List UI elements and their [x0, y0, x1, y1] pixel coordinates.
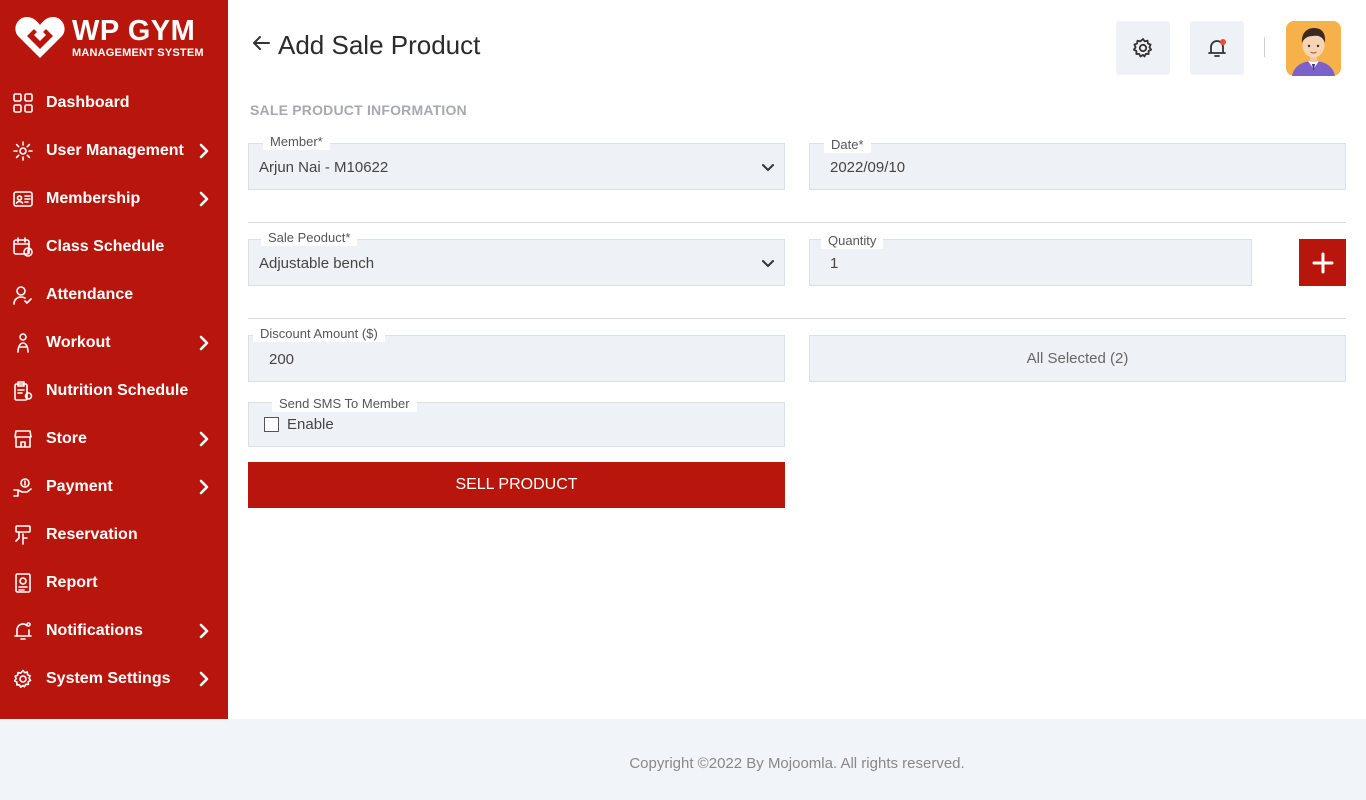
heart-logo-icon: [15, 17, 65, 58]
chevron-right-icon: [197, 430, 211, 448]
sidebar-item-label: Reservation: [46, 526, 138, 543]
sale-product-label: Sale Peoduct*: [261, 230, 358, 246]
brand-logo[interactable]: WP GYM MANAGEMENT SYSTEM: [14, 14, 219, 64]
sidebar-item-class-schedule[interactable]: Class Schedule: [0, 223, 228, 271]
enable-sms-label[interactable]: Enable: [287, 416, 334, 433]
sidebar-item-label: Class Schedule: [46, 238, 165, 255]
sidebar-item-label: System Settings: [46, 670, 171, 687]
member-value: Arjun Nai - M10622: [259, 159, 389, 176]
dashboard-icon: [12, 92, 34, 114]
page-header: Add Sale Product: [250, 30, 480, 61]
workout-icon: [12, 332, 34, 354]
avatar-icon: [1292, 28, 1335, 76]
form-divider: [248, 318, 1346, 319]
chevron-right-icon: [197, 190, 211, 208]
sidebar-item-label: Payment: [46, 478, 113, 495]
chevron-down-icon: [760, 159, 776, 175]
sidebar-item-label: Dashboard: [46, 94, 130, 111]
gear-icon: [1133, 38, 1152, 58]
sidebar-item-attendance[interactable]: Attendance: [0, 271, 228, 319]
page-title: Add Sale Product: [278, 30, 481, 60]
copyright-text: Copyright ©2022 By Mojoomla. All rights …: [629, 755, 965, 772]
plus-icon: [1312, 252, 1333, 273]
sidebar-nav: Dashboard User Management Membership Cla…: [0, 79, 228, 703]
report-icon: [12, 572, 34, 594]
notification-dot: [1220, 39, 1226, 45]
sidebar-item-label: Membership: [46, 190, 141, 207]
sidebar-item-label: Attendance: [46, 286, 134, 303]
sidebar-item-notifications[interactable]: Notifications: [0, 607, 228, 655]
sale-product-value: Adjustable bench: [259, 255, 375, 272]
users-gear-icon: [12, 140, 34, 162]
section-title: SALE PRODUCT INFORMATION: [250, 102, 467, 118]
quantity-label: Quantity: [821, 233, 884, 249]
chevron-right-icon: [197, 334, 211, 352]
sidebar-item-label: Workout: [46, 334, 111, 351]
sidebar-item-nutrition-schedule[interactable]: Nutrition Schedule: [0, 367, 228, 415]
discount-label: Discount Amount ($): [253, 326, 385, 342]
sidebar-item-workout[interactable]: Workout: [0, 319, 228, 367]
sidebar-item-label: Notifications: [46, 622, 143, 639]
brand-title: WP GYM: [72, 15, 196, 47]
discount-amount-input[interactable]: Discount Amount ($) 200: [248, 326, 785, 382]
nutrition-icon: [12, 380, 34, 402]
sidebar-item-membership[interactable]: Membership: [0, 175, 228, 223]
quantity-value: 1: [830, 255, 839, 272]
add-product-button[interactable]: [1299, 239, 1346, 286]
payment-icon: [12, 476, 34, 498]
form-divider: [248, 222, 1346, 223]
enable-sms-checkbox[interactable]: [264, 417, 279, 432]
back-arrow-icon[interactable]: [250, 32, 272, 59]
discount-value: 200: [269, 351, 295, 368]
quantity-input[interactable]: Quantity 1: [809, 233, 1252, 286]
footer: Copyright ©2022 By Mojoomla. All rights …: [0, 719, 1366, 800]
sidebar-item-label: Nutrition Schedule: [46, 382, 189, 399]
sidebar-item-label: User Management: [46, 142, 184, 159]
sidebar-item-store[interactable]: Store: [0, 415, 228, 463]
sidebar: WP GYM MANAGEMENT SYSTEM Dashboard User …: [0, 0, 228, 719]
sidebar-item-label: Store: [46, 430, 87, 447]
send-sms-group: Send SMS To Member Enable: [248, 396, 785, 447]
sale-product-select[interactable]: Sale Peoduct* Adjustable bench: [248, 230, 785, 286]
member-label: Member*: [263, 134, 330, 150]
chevron-right-icon: [197, 142, 211, 160]
chevron-right-icon: [197, 478, 211, 496]
sidebar-item-user-management[interactable]: User Management: [0, 127, 228, 175]
sidebar-item-dashboard[interactable]: Dashboard: [0, 79, 228, 127]
sidebar-item-report[interactable]: Report: [0, 559, 228, 607]
date-label: Date*: [824, 137, 871, 153]
sidebar-item-system-settings[interactable]: System Settings: [0, 655, 228, 703]
sidebar-item-label: Report: [46, 574, 98, 591]
member-select[interactable]: Member* Arjun Nai - M10622: [248, 134, 785, 190]
send-sms-label: Send SMS To Member: [272, 396, 417, 412]
brand-subtitle: MANAGEMENT SYSTEM: [72, 47, 204, 59]
user-check-icon: [12, 284, 34, 306]
settings-button[interactable]: [1116, 21, 1170, 75]
sell-product-button[interactable]: SELL PRODUCT: [248, 462, 785, 508]
user-avatar[interactable]: [1286, 21, 1341, 76]
chevron-right-icon: [197, 622, 211, 640]
bell-icon: [12, 620, 34, 642]
chevron-right-icon: [197, 670, 211, 688]
gear-icon: [12, 668, 34, 690]
sidebar-item-payment[interactable]: Payment: [0, 463, 228, 511]
tax-multiselect[interactable]: All Selected (2): [809, 335, 1346, 382]
chevron-down-icon: [760, 255, 776, 271]
date-value: 2022/09/10: [830, 159, 906, 176]
header-divider: [1264, 37, 1265, 57]
store-icon: [12, 428, 34, 450]
reservation-icon: [12, 524, 34, 546]
sidebar-item-reservation[interactable]: Reservation: [0, 511, 228, 559]
calendar-icon: [12, 236, 34, 258]
date-field[interactable]: Date* 2022/09/10: [809, 137, 1346, 190]
membership-card-icon: [12, 188, 34, 210]
notifications-button[interactable]: [1190, 21, 1244, 75]
